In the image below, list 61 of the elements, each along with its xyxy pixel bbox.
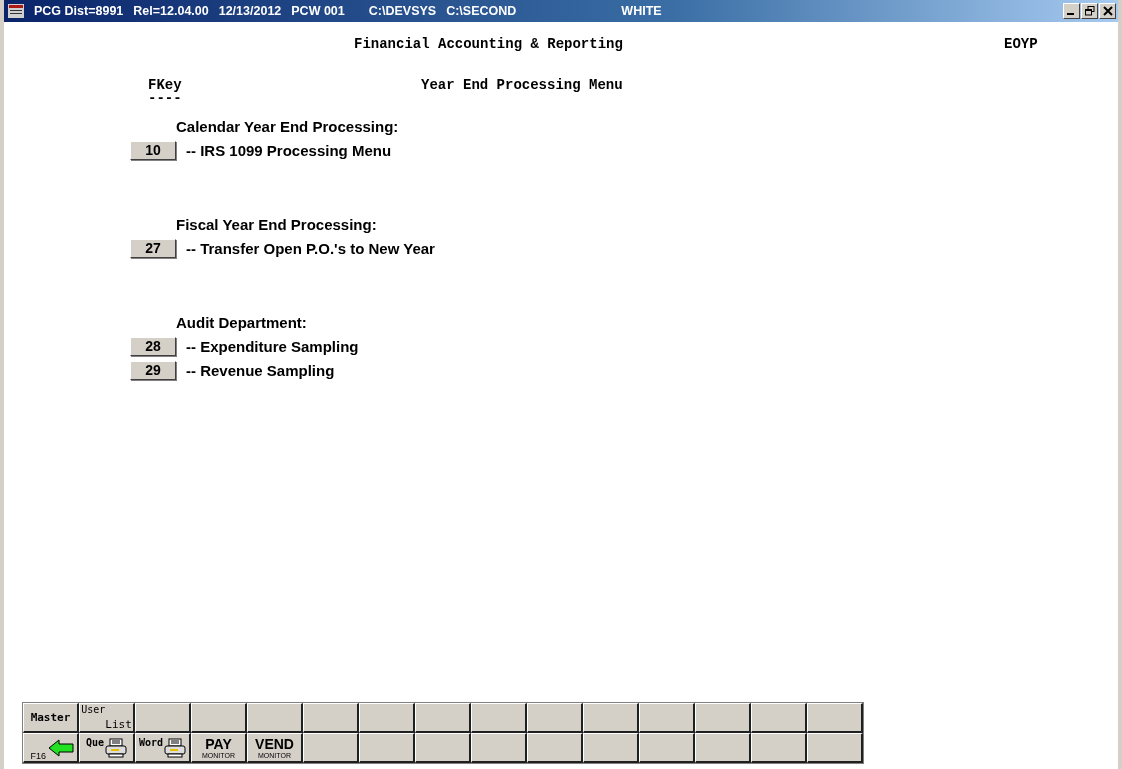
section-heading: Audit Department: bbox=[176, 313, 308, 333]
toolbar-button[interactable] bbox=[471, 733, 527, 763]
menu-option: -- IRS 1099 Processing Menu bbox=[186, 141, 392, 159]
menu-title: Year End Processing Menu bbox=[421, 77, 623, 95]
printer-icon bbox=[105, 737, 128, 758]
toolbar-button[interactable] bbox=[359, 733, 415, 763]
master-button[interactable]: Master bbox=[23, 703, 79, 733]
toolbar-button[interactable] bbox=[639, 703, 695, 733]
screen-title: Financial Accounting & Reporting bbox=[354, 36, 624, 54]
title-text: PCW 001 bbox=[291, 4, 345, 18]
section-heading: Fiscal Year End Processing: bbox=[176, 215, 378, 235]
toolbar-button[interactable] bbox=[303, 703, 359, 733]
toolbar-button[interactable] bbox=[751, 703, 807, 733]
title-text: C:\DEVSYS bbox=[368, 4, 437, 18]
function-key-button[interactable]: 27 bbox=[130, 238, 176, 258]
menu-option: -- Transfer Open P.O.'s to New Year bbox=[186, 239, 435, 257]
function-key-button[interactable]: 10 bbox=[130, 140, 176, 160]
section-heading: Calendar Year End Processing: bbox=[176, 117, 400, 137]
toolbar-button[interactable] bbox=[639, 733, 695, 763]
toolbar-button[interactable] bbox=[415, 703, 471, 733]
fkey-rule: ---- bbox=[148, 93, 183, 104]
title-text: Rel=12.04.00 bbox=[133, 4, 209, 18]
toolbar-button[interactable] bbox=[751, 733, 807, 763]
toolbar-button[interactable] bbox=[191, 703, 247, 733]
minimize-icon bbox=[1067, 13, 1074, 15]
toolbar-button[interactable] bbox=[695, 733, 751, 763]
toolbar-button[interactable] bbox=[135, 703, 191, 733]
toolbar-button[interactable] bbox=[303, 733, 359, 763]
menu-option: -- Revenue Sampling bbox=[186, 361, 335, 379]
close-button[interactable] bbox=[1099, 3, 1116, 19]
title-text: 12/13/2012 bbox=[218, 4, 282, 18]
back-button[interactable]: F16 bbox=[23, 733, 79, 763]
print-button[interactable]: Que bbox=[79, 733, 135, 763]
restore-button[interactable] bbox=[1081, 3, 1098, 19]
toolbar-button[interactable] bbox=[583, 733, 639, 763]
toolbar-button[interactable] bbox=[359, 703, 415, 733]
toolbar-button[interactable] bbox=[527, 733, 583, 763]
toolbar-button[interactable] bbox=[415, 733, 471, 763]
printer-icon bbox=[164, 737, 187, 758]
menu-option: -- Expenditure Sampling bbox=[186, 337, 359, 355]
toolbar-button[interactable] bbox=[471, 703, 527, 733]
arrow-left-icon bbox=[48, 738, 74, 757]
app-icon bbox=[8, 4, 24, 18]
toolbar-button[interactable] bbox=[527, 703, 583, 733]
function-key-button[interactable]: 28 bbox=[130, 336, 176, 356]
toolbar-button[interactable] bbox=[583, 703, 639, 733]
title-text: C:\SECOND bbox=[446, 4, 517, 18]
function-key-button[interactable]: 29 bbox=[130, 360, 176, 380]
toolbar-button[interactable] bbox=[247, 703, 303, 733]
title-text: WHITE bbox=[621, 4, 662, 18]
toolbar-button[interactable] bbox=[695, 703, 751, 733]
fkey-heading: FKey bbox=[148, 77, 183, 93]
user-list-button[interactable]: User List bbox=[79, 703, 135, 733]
screen-code: EOYP bbox=[1004, 36, 1039, 54]
title-text: PCG Dist=8991 bbox=[34, 4, 124, 18]
close-icon bbox=[1102, 6, 1113, 16]
print-button[interactable]: Word bbox=[135, 733, 191, 763]
restore-icon bbox=[1084, 6, 1095, 16]
minimize-button[interactable] bbox=[1063, 3, 1080, 19]
toolbar-button[interactable] bbox=[807, 733, 863, 763]
toolbar-button[interactable] bbox=[807, 703, 863, 733]
